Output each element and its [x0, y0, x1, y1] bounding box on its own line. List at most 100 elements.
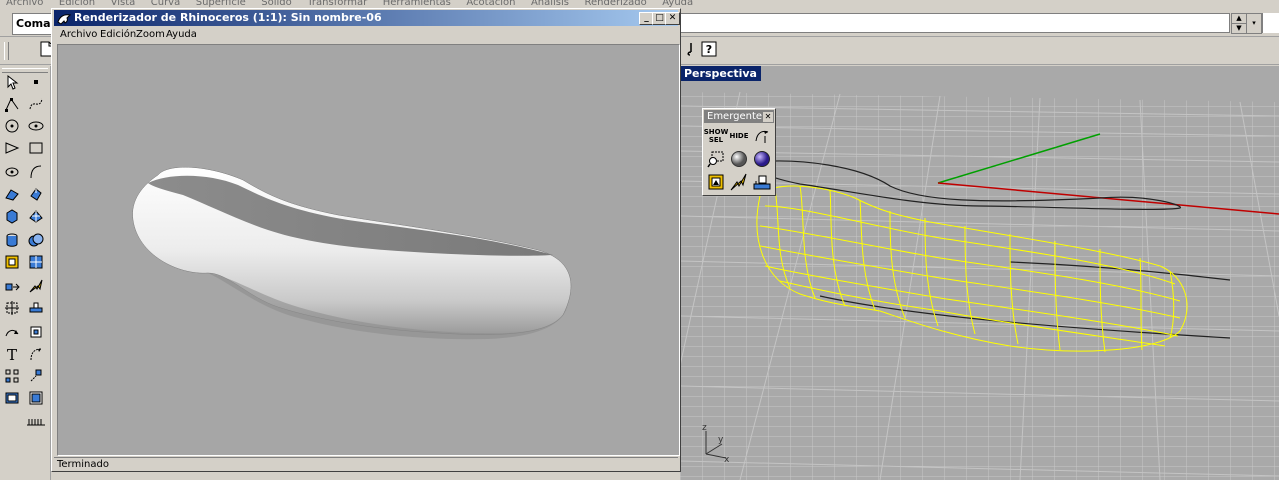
layer-icon — [5, 255, 19, 269]
render-menu-zoom[interactable]: Zoom — [136, 29, 165, 40]
freeform-curve-icon — [30, 165, 42, 179]
circle-button[interactable] — [2, 116, 22, 136]
map-icon — [29, 255, 43, 269]
main-menubar: Archivo Edición Vista Curva Superficie S… — [0, 0, 1279, 8]
snap-icon — [30, 369, 42, 382]
polyline-button[interactable] — [2, 94, 22, 114]
dropdown-icon: ▾ — [1252, 19, 1256, 27]
point-icon — [34, 80, 38, 84]
light-button[interactable] — [26, 276, 46, 296]
rectangle-icon — [29, 142, 43, 154]
extrude-icon — [30, 188, 42, 201]
layer-button[interactable] — [2, 252, 22, 272]
boolean-icon — [28, 233, 44, 247]
measure-icon — [753, 175, 771, 190]
main-left-toolbar: T — [0, 66, 51, 480]
help-icon: ? — [701, 41, 717, 57]
dimension-button[interactable] — [2, 322, 22, 342]
render-button[interactable] — [2, 388, 22, 408]
maximize-icon: □ — [655, 13, 664, 23]
popup-toolbar-close-button[interactable]: ✕ — [762, 111, 774, 123]
axis-label-y: y — [718, 435, 724, 445]
menu-superficie[interactable]: Superficie — [196, 0, 246, 8]
menu-vista[interactable]: Vista — [111, 0, 136, 8]
mesh-icon — [29, 210, 43, 223]
text-icon: T — [7, 346, 17, 362]
text-button[interactable]: T — [2, 344, 22, 364]
command-options-button[interactable]: ▾ — [1246, 13, 1262, 34]
snap-button[interactable] — [26, 366, 46, 386]
zoom-window-icon — [707, 151, 724, 168]
menu-edicion[interactable]: Edición — [59, 0, 95, 8]
material-sphere-icon — [754, 151, 770, 167]
toolbar-grip[interactable] — [4, 42, 9, 60]
arc-icon — [5, 142, 20, 154]
curve-button[interactable] — [26, 94, 46, 114]
close-button[interactable]: ✕ — [665, 12, 680, 25]
close-icon: ✕ — [668, 13, 677, 23]
ellipse-button[interactable] — [26, 116, 46, 136]
menu-analisis[interactable]: Análisis — [531, 0, 569, 8]
curvature-button[interactable] — [26, 344, 46, 364]
render-preview-button[interactable] — [705, 171, 727, 193]
move-button[interactable] — [2, 276, 22, 296]
ruler-button[interactable] — [26, 410, 46, 430]
render-menu-ayuda[interactable]: Ayuda — [166, 29, 197, 40]
array-icon — [29, 302, 43, 313]
command-input[interactable] — [680, 13, 1230, 33]
array-button[interactable] — [26, 298, 46, 318]
axis-label-x: x — [724, 455, 730, 465]
lasso-select-icon — [687, 43, 692, 56]
menu-solido[interactable]: Sólido — [261, 0, 292, 8]
render-menu-edicion[interactable]: Edición — [100, 29, 136, 40]
render-menu-archivo[interactable]: Archivo — [60, 29, 97, 40]
mesh-button[interactable] — [26, 206, 46, 226]
rectangle-button[interactable] — [26, 138, 46, 158]
menu-ayuda[interactable]: Ayuda — [662, 0, 693, 8]
blocks-button[interactable] — [26, 388, 46, 408]
extrude-button[interactable] — [26, 184, 46, 204]
render-status-text: Terminado — [57, 459, 109, 470]
menu-archivo[interactable]: Archivo — [6, 0, 43, 8]
point-button[interactable] — [26, 72, 46, 92]
transform-button[interactable] — [2, 298, 22, 318]
light-spark-icon — [730, 173, 747, 191]
command-history-down-button[interactable]: ▼ — [1231, 23, 1247, 34]
render-sphere-button[interactable] — [728, 148, 750, 170]
map-button[interactable] — [26, 252, 46, 272]
menu-herramientas[interactable]: Herramientas — [383, 0, 451, 8]
light-spark-button[interactable] — [728, 171, 750, 193]
menu-curva[interactable]: Curva — [151, 0, 180, 8]
render-window-titlebar[interactable]: Renderizador de Rhinoceros (1:1): Sin no… — [54, 10, 680, 26]
surface-button[interactable] — [2, 184, 22, 204]
menu-acotacion[interactable]: Acotación — [466, 0, 515, 8]
help-button[interactable]: ? — [698, 40, 720, 62]
analyze-button[interactable] — [26, 322, 46, 342]
show-sel-button[interactable]: SHOW SEL — [704, 125, 729, 147]
arc-button[interactable] — [2, 138, 22, 158]
polygon-button[interactable] — [2, 162, 22, 182]
viewport-title-perspective[interactable]: Perspectiva — [680, 66, 761, 81]
svg-text:?: ? — [706, 43, 712, 56]
circle-icon — [5, 119, 19, 133]
spin-up-icon: ▲ — [1236, 14, 1242, 22]
material-sphere-button[interactable] — [751, 148, 773, 170]
analyze-icon — [30, 326, 42, 338]
box-button[interactable] — [2, 206, 22, 226]
rhino-logo-icon — [57, 14, 71, 25]
blocks-icon — [29, 391, 43, 405]
polygon-icon — [5, 167, 19, 177]
hide-button[interactable]: HIDE — [728, 125, 750, 147]
select-button[interactable] — [2, 72, 22, 92]
freeform-curve-button[interactable] — [26, 162, 46, 182]
measure-button[interactable] — [751, 171, 773, 193]
menu-transformar[interactable]: Transformar — [307, 0, 367, 8]
zoom-window-button[interactable] — [705, 148, 727, 170]
cylinder-button[interactable] — [2, 230, 22, 250]
menu-renderizado[interactable]: Renderizado — [585, 0, 647, 8]
close-icon: ✕ — [764, 112, 772, 121]
grid-button[interactable] — [2, 366, 22, 386]
boolean-button[interactable] — [26, 230, 46, 250]
rotate-view-button[interactable] — [751, 125, 773, 147]
box-icon — [6, 209, 18, 224]
